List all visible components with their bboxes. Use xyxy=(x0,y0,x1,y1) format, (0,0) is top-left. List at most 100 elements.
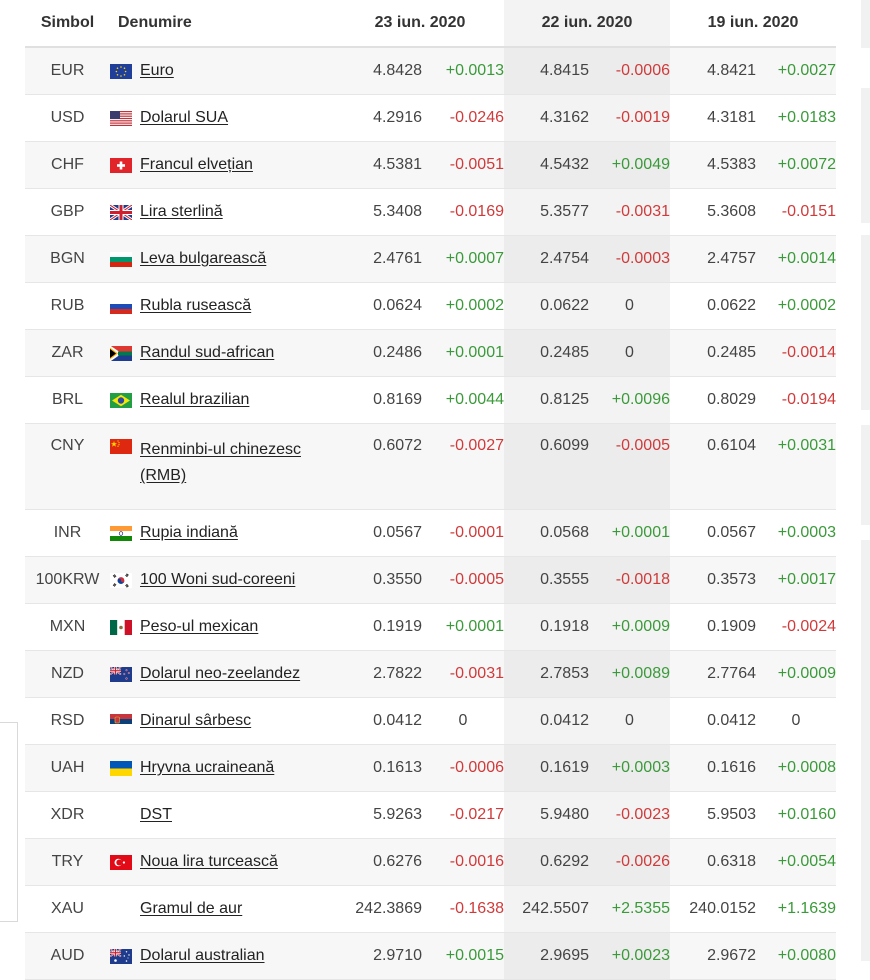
change-date-2: +0.0003 xyxy=(589,744,670,792)
rate-date-1: 242.3869 xyxy=(336,885,422,933)
change-date-1: +0.0044 xyxy=(422,376,504,424)
currency-symbol: GBP xyxy=(25,188,110,236)
header-date-1: 23 iun. 2020 xyxy=(336,0,504,48)
change-date-2: +0.0023 xyxy=(589,932,670,980)
change-date-2: -0.0019 xyxy=(589,94,670,142)
rate-date-1: 0.0624 xyxy=(336,282,422,330)
currency-name-link[interactable]: Gramul de aur xyxy=(140,900,242,918)
currency-symbol: UAH xyxy=(25,744,110,792)
rate-date-2: 0.0622 xyxy=(504,282,589,330)
rate-date-3: 2.9672 xyxy=(670,932,756,980)
currency-name-link[interactable]: Lira sterlină xyxy=(140,203,223,221)
change-date-3: +1.1639 xyxy=(756,885,836,933)
rate-date-3: 5.3608 xyxy=(670,188,756,236)
currency-name-link[interactable]: Dolarul australian xyxy=(140,947,265,965)
rate-date-1: 2.4761 xyxy=(336,235,422,283)
rate-date-1: 0.1613 xyxy=(336,744,422,792)
change-date-1: -0.0005 xyxy=(422,556,504,604)
change-date-2: -0.0023 xyxy=(589,791,670,839)
rate-date-2: 5.3577 xyxy=(504,188,589,236)
currency-name-link[interactable]: Renminbi-ul chinezesc (RMB) xyxy=(140,437,336,489)
table-row: RUB Rubla rusească 0.0624 +0.0002 0.0622 0 0.0… xyxy=(25,282,836,330)
rate-date-3: 2.7764 xyxy=(670,650,756,698)
table-row: NZD Dolarul neo-zeelandez 2.7822 -0.0031 2.7… xyxy=(25,650,836,698)
table-row: UAH Hryvna ucraineană 0.1613 -0.0006 0.1619 +… xyxy=(25,744,836,792)
currency-symbol: BRL xyxy=(25,376,110,424)
currency-name-link[interactable]: Euro xyxy=(140,62,174,80)
currency-name-link[interactable]: Francul elvețian xyxy=(140,156,253,174)
rate-date-2: 2.4754 xyxy=(504,235,589,283)
currency-name-link[interactable]: Randul sud-african xyxy=(140,344,274,362)
currency-name-link[interactable]: Rubla rusească xyxy=(140,297,251,315)
currency-name-link[interactable]: Hryvna ucraineană xyxy=(140,759,274,777)
rate-date-3: 0.6104 xyxy=(670,423,756,510)
rate-date-3: 0.6318 xyxy=(670,838,756,886)
currency-name-link[interactable]: Dinarul sârbesc xyxy=(140,712,251,730)
currency-name-link[interactable]: Dolarul neo-zeelandez xyxy=(140,665,300,683)
za-flag-icon xyxy=(110,346,132,361)
exchange-rates-table: Simbol Denumire 23 iun. 2020 22 iun. 202… xyxy=(25,0,836,980)
change-date-2: 0 xyxy=(589,282,670,330)
rate-date-1: 0.3550 xyxy=(336,556,422,604)
currency-symbol: XAU xyxy=(25,885,110,933)
table-row: RSD Dinarul sârbesc 0.0412 0 0.0412 0 0.0412 0 xyxy=(25,697,836,745)
currency-name-link[interactable]: Peso-ul mexican xyxy=(140,618,258,636)
rate-date-3: 0.0412 xyxy=(670,697,756,745)
table-row: AUD Dolarul australian 2.9710 +0.0015 2.9695… xyxy=(25,932,836,980)
rate-date-2: 4.8415 xyxy=(504,47,589,95)
currency-name-link[interactable]: Realul brazilian xyxy=(140,391,249,409)
change-date-3: +0.0003 xyxy=(756,509,836,557)
ru-flag-icon xyxy=(110,299,132,314)
change-date-2: +0.0001 xyxy=(589,509,670,557)
table-header-row: Simbol Denumire 23 iun. 2020 22 iun. 202… xyxy=(25,0,836,48)
currency-name-link[interactable]: 100 Woni sud-coreeni xyxy=(140,571,295,589)
rate-date-3: 0.2485 xyxy=(670,329,756,377)
change-date-3: 0 xyxy=(756,697,836,745)
table-row: TRY Noua lira turcească 0.6276 -0.0016 0.629… xyxy=(25,838,836,886)
change-date-3: +0.0080 xyxy=(756,932,836,980)
change-date-1: -0.0006 xyxy=(422,744,504,792)
rate-date-3: 0.1909 xyxy=(670,603,756,651)
currency-symbol: EUR xyxy=(25,47,110,95)
bg-flag-icon xyxy=(110,252,132,267)
header-symbol[interactable]: Simbol xyxy=(25,0,110,48)
change-date-3: -0.0014 xyxy=(756,329,836,377)
us-flag-icon xyxy=(110,111,132,126)
change-date-3: +0.0002 xyxy=(756,282,836,330)
change-date-3: +0.0183 xyxy=(756,94,836,142)
currency-name-link[interactable]: Leva bulgarească xyxy=(140,250,266,268)
change-date-2: -0.0005 xyxy=(589,423,670,510)
table-row: EUR Euro 4.8428 +0.0013 4.8415 -0.0006 4.8421 +… xyxy=(25,47,836,95)
table-row: CHF Francul elvețian 4.5381 -0.0051 4.5432 +0… xyxy=(25,141,836,189)
change-date-1: -0.0051 xyxy=(422,141,504,189)
nz-flag-icon xyxy=(110,667,132,682)
header-name[interactable]: Denumire xyxy=(110,0,336,48)
rs-flag-icon xyxy=(110,714,132,729)
rate-date-2: 242.5507 xyxy=(504,885,589,933)
change-date-2: +0.0089 xyxy=(589,650,670,698)
currency-name-link[interactable]: DST xyxy=(140,806,172,824)
change-date-1: -0.0001 xyxy=(422,509,504,557)
rate-date-1: 4.5381 xyxy=(336,141,422,189)
rate-date-1: 5.3408 xyxy=(336,188,422,236)
change-date-1: 0 xyxy=(422,697,504,745)
change-date-2: 0 xyxy=(589,697,670,745)
currency-symbol: MXN xyxy=(25,603,110,651)
rate-date-2: 0.6099 xyxy=(504,423,589,510)
change-date-3: -0.0194 xyxy=(756,376,836,424)
rate-date-2: 0.1918 xyxy=(504,603,589,651)
currency-symbol: BGN xyxy=(25,235,110,283)
change-date-1: -0.0016 xyxy=(422,838,504,886)
change-date-1: +0.0001 xyxy=(422,329,504,377)
currency-name-link[interactable]: Noua lira turcească xyxy=(140,853,278,871)
left-side-panel xyxy=(0,722,18,922)
rate-date-1: 4.2916 xyxy=(336,94,422,142)
rate-date-2: 0.8125 xyxy=(504,376,589,424)
currency-name-link[interactable]: Dolarul SUA xyxy=(140,109,228,127)
currency-name-link[interactable]: Rupia indiană xyxy=(140,524,238,542)
rate-date-1: 2.7822 xyxy=(336,650,422,698)
change-date-2: +2.5355 xyxy=(589,885,670,933)
currency-symbol: INR xyxy=(25,509,110,557)
table-row: USD Dolarul SUA 4.2916 -0.0246 4.3162 -0.0019… xyxy=(25,94,836,142)
change-date-2: 0 xyxy=(589,329,670,377)
